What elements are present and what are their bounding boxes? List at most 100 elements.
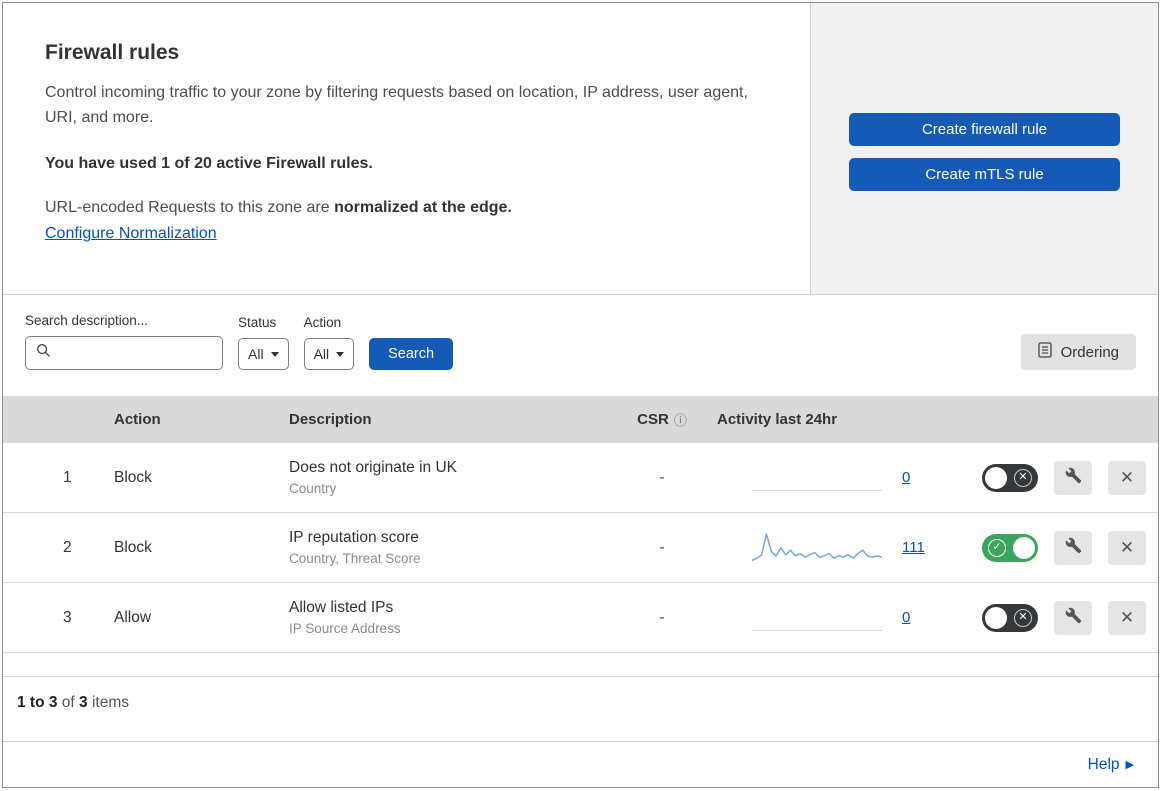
toggle-knob — [1013, 536, 1035, 559]
filter-bar: Search description... Status All Action … — [3, 295, 1158, 396]
rule-enabled-toggle[interactable]: ✕ — [982, 463, 1038, 492]
activity-count-link[interactable]: 0 — [902, 469, 928, 486]
rule-description: IP reputation score — [289, 529, 419, 546]
ordering-button[interactable]: Ordering — [1020, 334, 1136, 370]
chevron-down-icon — [270, 351, 279, 357]
rule-activity-cell: 111 — [707, 529, 962, 567]
search-input[interactable] — [25, 336, 223, 370]
pagination-summary: 1 to 3 of 3 items — [3, 677, 1158, 731]
header-section: Firewall rules Control incoming traffic … — [3, 3, 1158, 295]
items-text: items — [87, 694, 129, 711]
delete-rule-button[interactable]: ✕ — [1108, 530, 1146, 565]
close-icon: ✕ — [1119, 537, 1135, 557]
toggle-off-icon: ✕ — [1014, 468, 1032, 487]
rule-fields: Country — [289, 481, 337, 496]
edit-rule-button[interactable] — [1054, 460, 1092, 495]
search-group: Search description... — [25, 313, 223, 370]
csr-column-header: CSR ⓘ — [617, 410, 707, 429]
toggle-knob — [985, 606, 1007, 629]
table-end-spacer — [3, 653, 1158, 677]
rule-csr: - — [659, 538, 665, 556]
status-value: All — [248, 346, 264, 362]
table-row: 3 Allow Allow listed IPs IP Source Addre… — [3, 583, 1158, 653]
rule-fields: Country, Threat Score — [289, 551, 421, 566]
action-dropdown[interactable]: All — [303, 338, 355, 370]
wrench-icon — [1065, 467, 1082, 489]
list-icon — [1037, 342, 1052, 362]
rule-csr: - — [659, 608, 665, 626]
edit-rule-button[interactable] — [1054, 600, 1092, 635]
toggle-on-icon: ✓ — [988, 538, 1006, 557]
activity-sparkline — [752, 459, 882, 497]
normalization-note: URL-encoded Requests to this zone are no… — [45, 199, 770, 217]
rule-description-cell: Allow listed IPs IP Source Address — [273, 599, 617, 636]
items-total: 3 — [79, 694, 88, 711]
action-value: All — [313, 346, 330, 362]
action-filter-group: Action All — [303, 315, 355, 370]
firewall-rules-page: Firewall rules Control incoming traffic … — [2, 2, 1159, 788]
rule-description: Does not originate in UK — [289, 459, 458, 476]
activity-count-link[interactable]: 0 — [902, 609, 928, 626]
rule-enabled-toggle[interactable]: ✕ — [982, 603, 1038, 632]
toggle-off-icon: ✕ — [1014, 608, 1032, 627]
rule-activity-cell: 0 — [707, 599, 962, 637]
normalization-bold: normalized at the edge. — [334, 198, 512, 216]
help-label: Help — [1087, 755, 1120, 773]
action-label: Action — [303, 315, 342, 330]
status-label: Status — [238, 315, 277, 330]
page-description: Control incoming traffic to your zone by… — [45, 84, 748, 126]
csr-header-label: CSR — [637, 411, 669, 428]
search-button[interactable]: Search — [369, 338, 454, 370]
close-icon: ✕ — [1119, 607, 1135, 627]
rule-action: Block — [114, 538, 152, 556]
rule-index: 2 — [63, 538, 72, 556]
rule-controls: ✕ ✕ — [962, 460, 1158, 495]
configure-normalization-link[interactable]: Configure Normalization — [45, 225, 217, 243]
status-dropdown[interactable]: All — [238, 338, 289, 370]
rule-enabled-toggle[interactable]: ✓ — [982, 533, 1038, 562]
description-column-header: Description — [289, 411, 372, 428]
usage-summary: You have used 1 of 20 active Firewall ru… — [45, 154, 373, 172]
items-range: 1 to 3 — [17, 694, 58, 711]
create-mtls-rule-button[interactable]: Create mTLS rule — [849, 158, 1120, 191]
rule-activity-cell: 0 — [707, 459, 962, 497]
normalization-prefix: URL-encoded Requests to this zone are — [45, 198, 335, 216]
page-title: Firewall rules — [45, 41, 180, 64]
info-icon[interactable]: ⓘ — [674, 410, 687, 429]
rule-fields: IP Source Address — [289, 621, 401, 636]
rule-controls: ✕ ✕ — [962, 600, 1158, 635]
intro-card: Firewall rules Control incoming traffic … — [3, 3, 811, 294]
action-column-header: Action — [114, 411, 161, 428]
rule-csr: - — [659, 468, 665, 486]
create-firewall-rule-button[interactable]: Create firewall rule — [849, 113, 1120, 146]
rule-controls: ✓ ✕ — [962, 530, 1158, 565]
activity-column-header: Activity last 24hr — [717, 411, 838, 428]
help-link[interactable]: Help ▶ — [1088, 756, 1134, 774]
delete-rule-button[interactable]: ✕ — [1108, 460, 1146, 495]
wrench-icon — [1065, 607, 1082, 629]
table-row: 1 Block Does not originate in UK Country… — [3, 443, 1158, 513]
rule-description: Allow listed IPs — [289, 599, 394, 616]
status-filter-group: Status All — [238, 315, 289, 370]
table-header: Action Description CSR ⓘ Activity last 2… — [3, 396, 1158, 443]
rule-index: 3 — [63, 608, 72, 626]
ordering-label: Ordering — [1060, 343, 1119, 361]
rule-index: 1 — [63, 468, 72, 486]
close-icon: ✕ — [1119, 467, 1135, 487]
rule-action: Block — [114, 468, 152, 486]
help-bar: Help ▶ — [3, 741, 1158, 787]
search-label: Search description... — [25, 313, 149, 328]
activity-count-link[interactable]: 111 — [902, 539, 928, 556]
of-text: of — [57, 694, 80, 711]
table-row: 2 Block IP reputation score Country, Thr… — [3, 513, 1158, 583]
rule-action: Allow — [114, 608, 152, 626]
activity-sparkline — [752, 529, 882, 567]
wrench-icon — [1065, 537, 1082, 559]
delete-rule-button[interactable]: ✕ — [1108, 600, 1146, 635]
toggle-knob — [985, 466, 1007, 489]
search-icon — [36, 343, 51, 363]
rule-description-cell: Does not originate in UK Country — [273, 459, 617, 496]
rule-description-cell: IP reputation score Country, Threat Scor… — [273, 529, 617, 566]
action-panel: Create firewall rule Create mTLS rule — [811, 3, 1158, 294]
edit-rule-button[interactable] — [1054, 530, 1092, 565]
